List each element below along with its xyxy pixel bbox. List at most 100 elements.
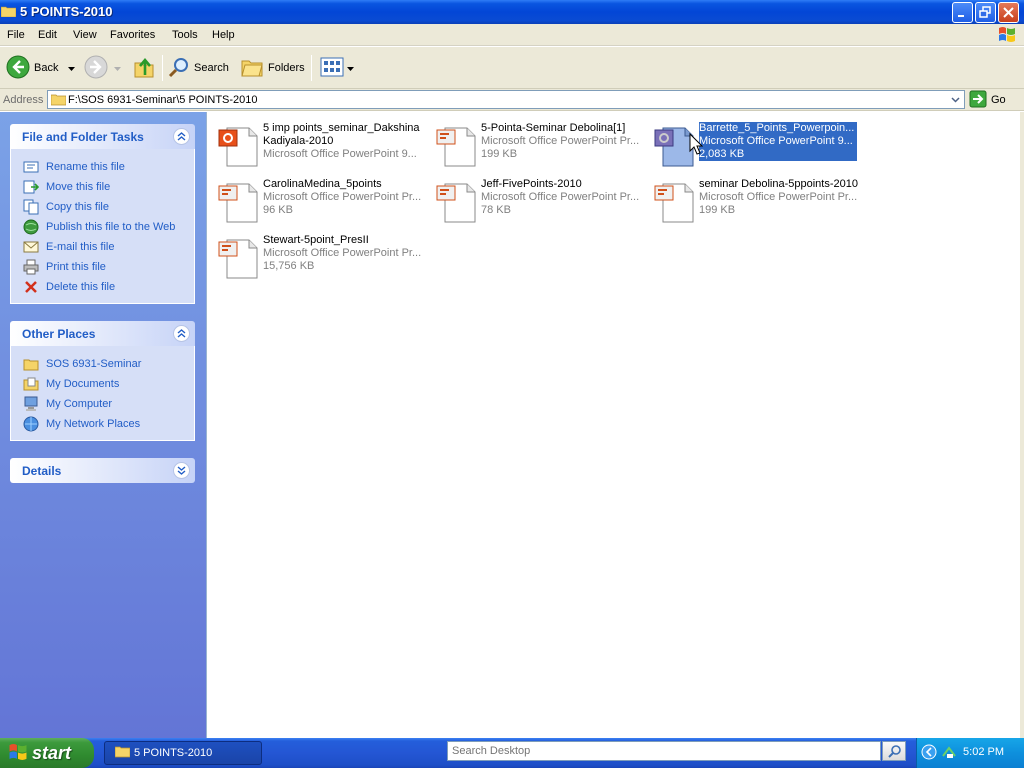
network-tray-icon[interactable] bbox=[941, 744, 957, 763]
search-label: Search bbox=[194, 62, 229, 74]
powerpoint-file-icon bbox=[217, 178, 265, 226]
place-label: My Computer bbox=[46, 398, 113, 410]
collapse-icon[interactable] bbox=[173, 325, 190, 342]
restore-button[interactable] bbox=[975, 2, 996, 23]
file-item[interactable]: Stewart-5point_PresII Microsoft Office P… bbox=[211, 232, 421, 280]
title-bar[interactable]: 5 POINTS-2010 bbox=[0, 0, 1024, 24]
menu-file[interactable]: File bbox=[7, 29, 25, 41]
file-item[interactable]: Jeff-FivePoints-2010 Microsoft Office Po… bbox=[429, 176, 639, 224]
address-bar: Address F:\SOS 6931-Seminar\5 POINTS-201… bbox=[0, 89, 1024, 111]
back-arrow-icon bbox=[6, 55, 30, 82]
go-button[interactable]: Go bbox=[969, 90, 1006, 110]
back-dropdown-icon[interactable] bbox=[68, 62, 76, 74]
panel-header[interactable]: Other Places bbox=[10, 321, 195, 346]
task-label: Rename this file bbox=[46, 161, 125, 173]
powerpoint-file-icon bbox=[217, 122, 265, 170]
task-label: Print this file bbox=[46, 261, 106, 273]
delete-file-link[interactable]: Delete this file bbox=[23, 277, 194, 297]
place-label: My Documents bbox=[46, 378, 120, 390]
powerpoint-file-icon bbox=[435, 178, 483, 226]
file-size: 199 KB bbox=[481, 148, 518, 160]
menu-bar: File Edit View Favorites Tools Help bbox=[0, 24, 1024, 46]
close-button[interactable] bbox=[998, 2, 1019, 23]
up-folder-button[interactable] bbox=[133, 47, 155, 89]
menu-view[interactable]: View bbox=[73, 29, 97, 41]
file-type: Microsoft Office PowerPoint Pr... bbox=[263, 247, 422, 259]
delete-icon bbox=[23, 279, 39, 295]
publish-web-link[interactable]: Publish this file to the Web bbox=[23, 217, 194, 237]
clock[interactable]: 5:02 PM bbox=[963, 746, 1004, 758]
desktop-search-button[interactable] bbox=[882, 741, 906, 761]
menu-help[interactable]: Help bbox=[212, 29, 235, 41]
file-name: Jeff-FivePoints-2010 bbox=[481, 178, 582, 190]
my-documents-icon bbox=[23, 376, 39, 392]
minimize-button[interactable] bbox=[952, 2, 973, 23]
panel-header[interactable]: Details bbox=[10, 458, 195, 483]
move-file-link[interactable]: Move this file bbox=[23, 177, 194, 197]
file-size: 15,756 KB bbox=[263, 260, 315, 272]
place-sos-seminar[interactable]: SOS 6931-Seminar bbox=[23, 354, 194, 374]
window-title: 5 POINTS-2010 bbox=[20, 4, 113, 19]
file-type: Microsoft Office PowerPoint Pr... bbox=[481, 191, 640, 203]
file-item-selected[interactable]: Barrette_5_Points_Powerpoin... Microsoft… bbox=[647, 120, 857, 168]
chevron-down-icon[interactable] bbox=[948, 92, 963, 107]
print-file-link[interactable]: Print this file bbox=[23, 257, 194, 277]
file-item[interactable]: seminar Debolina-5ppoints-2010 Microsoft… bbox=[647, 176, 858, 224]
collapse-icon[interactable] bbox=[173, 128, 190, 145]
panel-header[interactable]: File and Folder Tasks bbox=[10, 124, 195, 149]
file-list-view[interactable]: 5 imp points_seminar_Dakshina Kadiyala-2… bbox=[206, 112, 1020, 738]
file-name: 5 imp points_seminar_Dakshina Kadiyala-2… bbox=[263, 122, 420, 147]
expand-icon[interactable] bbox=[173, 462, 190, 479]
menu-tools[interactable]: Tools bbox=[172, 29, 198, 41]
panel-title: Other Places bbox=[22, 327, 96, 341]
taskbar-window-button[interactable]: 5 POINTS-2010 bbox=[104, 741, 262, 765]
file-size: 199 KB bbox=[699, 204, 736, 216]
forward-dropdown-icon[interactable] bbox=[114, 62, 121, 74]
search-button[interactable]: Search bbox=[168, 47, 229, 89]
task-label: Copy this file bbox=[46, 201, 109, 213]
menu-favorites[interactable]: Favorites bbox=[110, 29, 155, 41]
address-path: F:\SOS 6931-Seminar\5 POINTS-2010 bbox=[68, 94, 258, 106]
email-icon bbox=[23, 239, 39, 255]
copy-icon bbox=[23, 199, 39, 215]
file-item[interactable]: CarolinaMedina_5points Microsoft Office … bbox=[211, 176, 421, 224]
tray-expand-icon[interactable] bbox=[921, 744, 937, 763]
address-label: Address bbox=[3, 94, 44, 106]
back-button[interactable]: Back bbox=[6, 47, 76, 89]
taskbar-window-label: 5 POINTS-2010 bbox=[134, 747, 213, 759]
my-computer-icon bbox=[23, 396, 39, 412]
task-label: Move this file bbox=[46, 181, 111, 193]
file-item[interactable]: 5 imp points_seminar_Dakshina Kadiyala-2… bbox=[211, 120, 421, 168]
task-pane: File and Folder Tasks Rename this file M… bbox=[0, 112, 206, 738]
details-panel: Details bbox=[10, 458, 195, 483]
rename-file-link[interactable]: Rename this file bbox=[23, 157, 194, 177]
rename-icon bbox=[23, 159, 39, 175]
menu-edit[interactable]: Edit bbox=[38, 29, 57, 41]
mouse-cursor-icon bbox=[689, 132, 704, 158]
address-field[interactable]: F:\SOS 6931-Seminar\5 POINTS-2010 bbox=[47, 90, 965, 109]
file-item[interactable]: 5-Pointa-Seminar Debolina[1] Microsoft O… bbox=[429, 120, 639, 168]
forward-button[interactable] bbox=[84, 47, 121, 89]
back-label: Back bbox=[34, 62, 59, 74]
place-label: My Network Places bbox=[46, 418, 141, 430]
desktop-search-input[interactable] bbox=[448, 742, 880, 760]
views-icon bbox=[320, 57, 344, 80]
system-tray: 5:02 PM bbox=[916, 738, 1024, 768]
window-border bbox=[1020, 112, 1024, 738]
powerpoint-file-icon bbox=[217, 234, 265, 282]
views-button[interactable] bbox=[320, 47, 354, 89]
task-label: Delete this file bbox=[46, 281, 116, 293]
place-my-network[interactable]: My Network Places bbox=[23, 414, 194, 434]
place-my-documents[interactable]: My Documents bbox=[23, 374, 194, 394]
printer-icon bbox=[23, 259, 39, 275]
copy-file-link[interactable]: Copy this file bbox=[23, 197, 194, 217]
other-places-panel: Other Places SOS 6931-Seminar My Documen… bbox=[10, 321, 195, 441]
file-name: Stewart-5point_PresII bbox=[263, 234, 369, 246]
desktop-search-box[interactable] bbox=[447, 741, 881, 761]
folder-icon bbox=[0, 5, 17, 18]
email-file-link[interactable]: E-mail this file bbox=[23, 237, 194, 257]
start-button[interactable]: start bbox=[0, 738, 94, 768]
place-my-computer[interactable]: My Computer bbox=[23, 394, 194, 414]
folders-button[interactable]: Folders bbox=[240, 47, 305, 89]
toolbar: Back Search Folders bbox=[0, 47, 1024, 89]
